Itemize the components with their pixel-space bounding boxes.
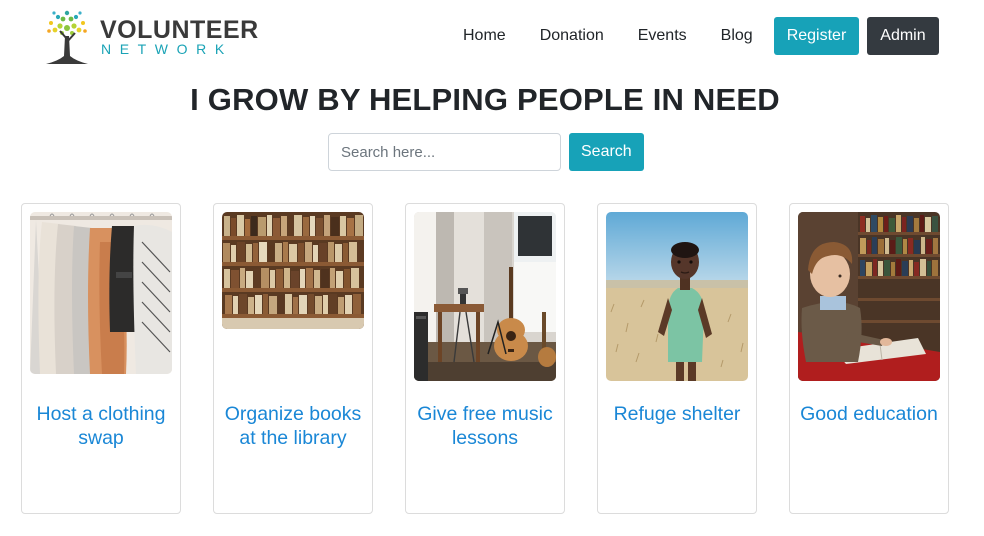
admin-button[interactable]: Admin bbox=[867, 17, 939, 55]
search-button[interactable]: Search bbox=[569, 133, 644, 171]
main-nav: Home Donation Events Blog Register Admin bbox=[446, 17, 939, 55]
brand-subname: NETWORK bbox=[101, 41, 233, 57]
card-title[interactable]: Refuge shelter bbox=[606, 402, 748, 426]
boy-reading-photo bbox=[798, 212, 940, 381]
card-title[interactable]: Good education bbox=[798, 402, 940, 426]
event-card[interactable]: Refuge shelter bbox=[597, 203, 757, 514]
tree-logo-icon bbox=[46, 10, 88, 64]
guitar-room-photo bbox=[414, 212, 556, 381]
brand-logo[interactable]: VOLUNTEER NETWORK bbox=[36, 6, 258, 68]
page-headline: I GROW BY HELPING PEOPLE IN NEED bbox=[190, 82, 780, 117]
nav-donation-link[interactable]: Donation bbox=[523, 27, 621, 45]
event-card[interactable]: Organize books at the library bbox=[213, 203, 373, 514]
clothes-rack-photo bbox=[30, 212, 172, 374]
register-button[interactable]: Register bbox=[773, 17, 860, 55]
nav-home-link[interactable]: Home bbox=[446, 27, 523, 45]
nav-events-link[interactable]: Events bbox=[621, 27, 704, 45]
search-bar: Search bbox=[328, 133, 644, 171]
event-card[interactable]: Give free music lessons bbox=[405, 203, 565, 514]
child-field-photo bbox=[606, 212, 748, 381]
site-header: VOLUNTEER NETWORK Home Donation Events B… bbox=[0, 0, 984, 76]
card-title[interactable]: Host a clothing swap bbox=[30, 402, 172, 450]
card-title[interactable]: Organize books at the library bbox=[222, 402, 364, 450]
card-title[interactable]: Give free music lessons bbox=[414, 402, 556, 450]
event-card[interactable]: Good education bbox=[789, 203, 949, 514]
search-input[interactable] bbox=[328, 133, 561, 171]
event-card[interactable]: Host a clothing swap bbox=[21, 203, 181, 514]
bookshelf-photo bbox=[222, 212, 364, 329]
nav-blog-link[interactable]: Blog bbox=[704, 27, 770, 45]
